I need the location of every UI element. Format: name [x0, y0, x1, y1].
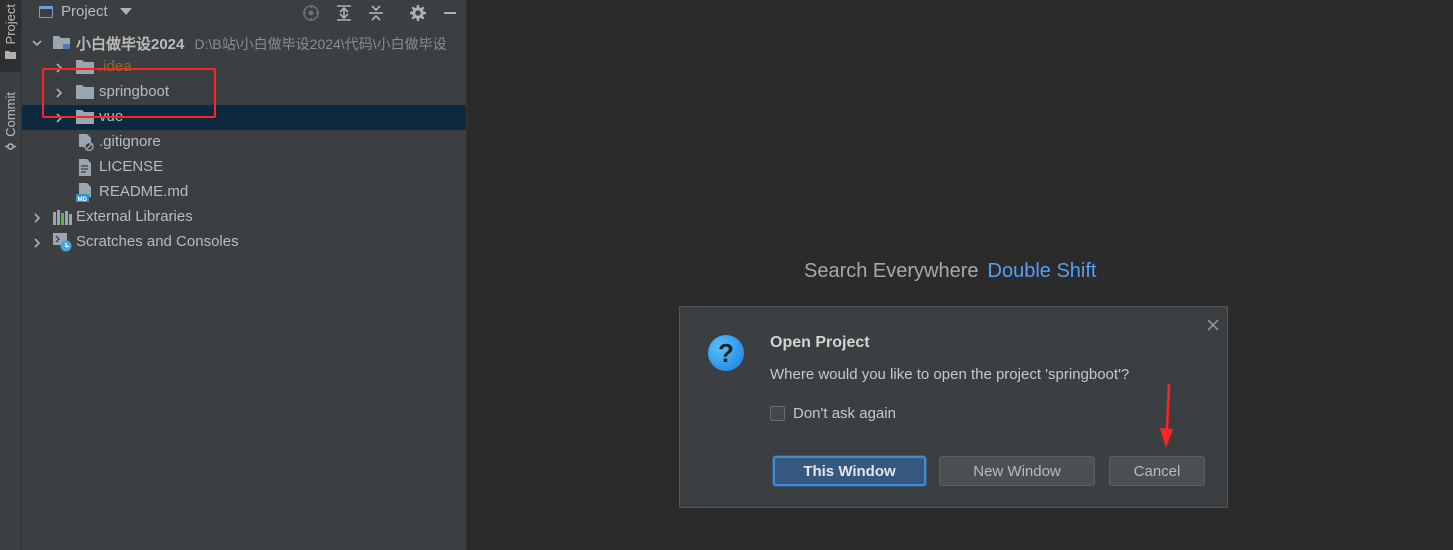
tree-item-label: .gitignore: [99, 133, 161, 150]
commit-tool-tab[interactable]: Commit: [0, 92, 21, 167]
tree-item-label: Scratches and Consoles: [76, 233, 239, 250]
libraries-icon: [53, 210, 72, 225]
tree-item-scratches[interactable]: Scratches and Consoles: [22, 230, 466, 255]
this-window-label: This Window: [803, 462, 896, 480]
expand-all-icon[interactable]: [334, 3, 354, 23]
hint-text: Search Everywhere: [804, 260, 979, 282]
tree-item-label: LICENSE: [99, 158, 164, 175]
chevron-down-icon[interactable]: [32, 38, 42, 48]
tree-item-readme[interactable]: MD README.md: [22, 180, 466, 205]
tree-item-license[interactable]: LICENSE: [22, 155, 466, 180]
this-window-button[interactable]: This Window: [773, 456, 926, 486]
question-icon: ?: [708, 335, 744, 371]
ignore-file-icon: [79, 134, 94, 151]
project-panel-header: Project: [22, 0, 466, 28]
markdown-file-icon: MD: [76, 183, 91, 202]
tree-item-label: README.md: [99, 183, 189, 200]
close-icon[interactable]: [1205, 317, 1221, 333]
project-tab-label: Project: [3, 4, 18, 45]
commit-tab-label: Commit: [3, 92, 18, 137]
checkbox-box[interactable]: [770, 406, 785, 421]
tree-item-gitignore[interactable]: .gitignore: [22, 130, 466, 155]
module-folder-icon: [53, 36, 70, 49]
dialog-message: Where would you like to open the project…: [770, 366, 1130, 383]
panel-title: Project: [61, 3, 108, 20]
dialog-title: Open Project: [770, 334, 870, 351]
chevron-right-icon[interactable]: [32, 213, 42, 223]
checkbox-label: Don't ask again: [793, 405, 896, 422]
svg-text:MD: MD: [78, 197, 88, 202]
gear-icon[interactable]: [408, 3, 428, 23]
project-tool-tab[interactable]: Project: [0, 0, 21, 72]
collapse-all-icon[interactable]: [366, 3, 386, 23]
tree-item-path: D:\B站\小白做毕设2024\代码\小白做毕设: [194, 36, 447, 52]
locate-icon[interactable]: [301, 3, 321, 23]
project-view-selector[interactable]: Project: [39, 3, 132, 20]
hide-panel-icon[interactable]: [440, 3, 460, 23]
cancel-button[interactable]: Cancel: [1109, 456, 1205, 486]
scratches-icon: [53, 233, 72, 252]
chevron-down-icon: [119, 8, 132, 15]
new-window-button[interactable]: New Window: [939, 456, 1095, 486]
folder-icon: [5, 51, 16, 60]
annotation-arrow: [1160, 384, 1173, 448]
search-everywhere-hint: Search Everywhere Double Shift: [804, 260, 1097, 283]
cancel-label: Cancel: [1133, 462, 1181, 480]
hint-shortcut: Double Shift: [987, 260, 1097, 282]
new-window-label: New Window: [973, 462, 1061, 480]
dont-ask-again-checkbox[interactable]: Don't ask again: [770, 405, 896, 422]
tree-item-label: 小白做毕设2024: [76, 36, 185, 53]
chevron-right-icon[interactable]: [32, 238, 42, 248]
commit-icon: [5, 142, 16, 150]
text-file-icon: [79, 159, 91, 176]
annotation-highlight-box: [42, 68, 216, 118]
project-window-icon: [39, 5, 53, 18]
open-project-dialog: ? Open Project Where would you like to o…: [679, 306, 1228, 508]
tool-window-stripe: Project Commit: [0, 0, 22, 550]
tree-item-external-libraries[interactable]: External Libraries: [22, 205, 466, 230]
tree-item-root[interactable]: 小白做毕设2024 D:\B站\小白做毕设2024\代码\小白做毕设: [22, 30, 466, 55]
tree-item-label: External Libraries: [76, 208, 193, 225]
